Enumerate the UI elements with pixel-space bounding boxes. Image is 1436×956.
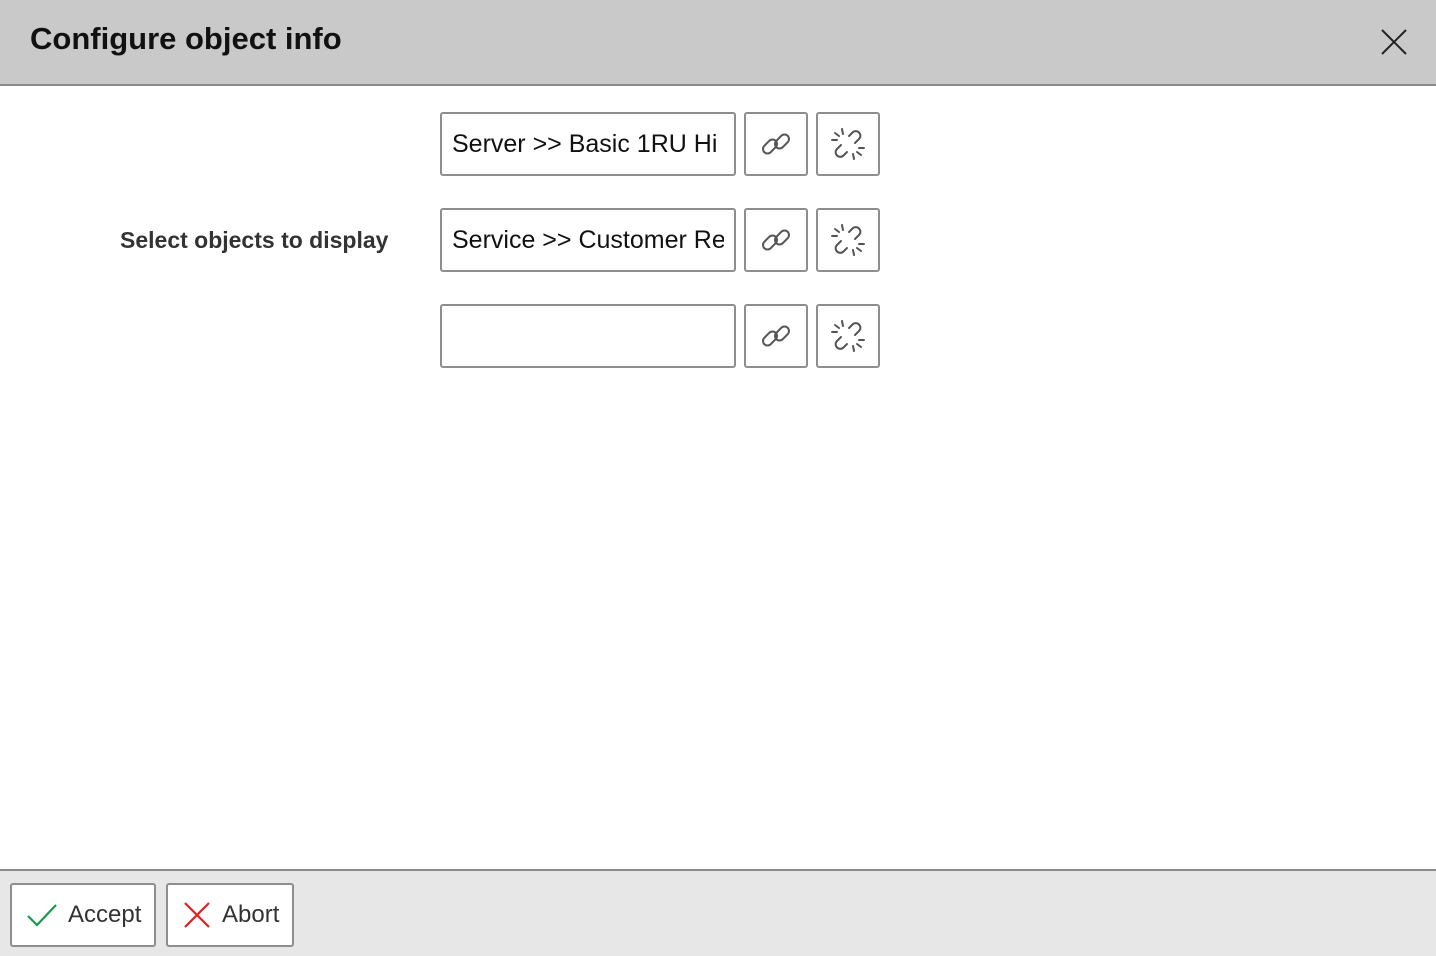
- configure-object-info-dialog: Configure object info Select objects to …: [0, 0, 1436, 956]
- link-icon: [762, 325, 790, 347]
- object-row-2: [440, 208, 880, 272]
- object-row-3: [440, 304, 880, 368]
- unlink-button-2[interactable]: [816, 208, 880, 272]
- close-button[interactable]: [1372, 22, 1416, 62]
- unlink-button-1[interactable]: [816, 112, 880, 176]
- unlink-icon: [831, 320, 865, 352]
- unlink-icon: [831, 224, 865, 256]
- check-icon: [26, 901, 58, 929]
- accept-label: Accept: [68, 901, 142, 928]
- x-icon: [182, 900, 212, 930]
- abort-button[interactable]: Abort: [166, 883, 294, 947]
- object-row-1: [440, 112, 880, 176]
- dialog-title: Configure object info: [30, 21, 342, 56]
- dialog-header: Configure object info: [0, 0, 1436, 86]
- accept-button[interactable]: Accept: [10, 883, 156, 947]
- link-button-2[interactable]: [744, 208, 808, 272]
- unlink-button-3[interactable]: [816, 304, 880, 368]
- select-objects-label: Select objects to display: [120, 227, 389, 253]
- close-icon: [1381, 29, 1407, 55]
- link-button-1[interactable]: [744, 112, 808, 176]
- link-icon: [762, 229, 790, 251]
- object-input-3[interactable]: [440, 304, 736, 368]
- link-icon: [762, 133, 790, 155]
- unlink-icon: [831, 128, 865, 160]
- object-input-2[interactable]: [440, 208, 736, 272]
- dialog-footer: Accept Abort: [0, 869, 1436, 956]
- link-button-3[interactable]: [744, 304, 808, 368]
- object-input-1[interactable]: [440, 112, 736, 176]
- abort-label: Abort: [222, 901, 280, 928]
